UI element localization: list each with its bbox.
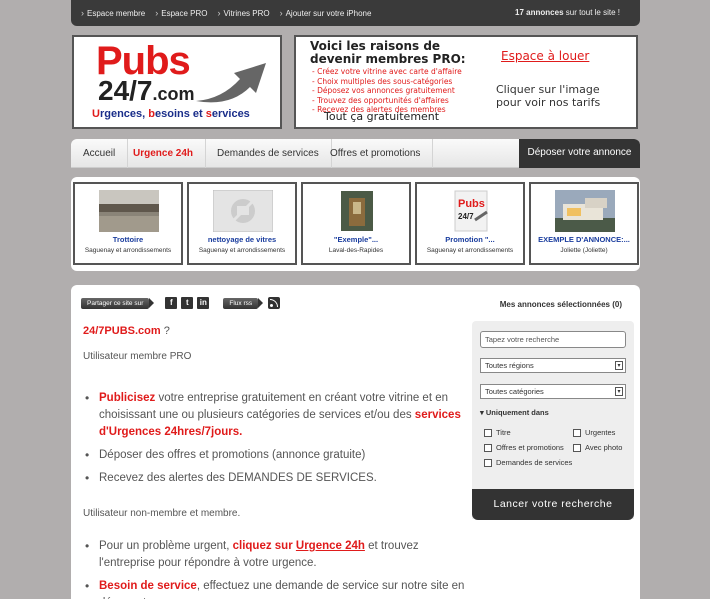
listing-thumbnail xyxy=(555,190,615,232)
listing-location: Joliette (Joliette) xyxy=(560,247,608,254)
intro-heading: 24/7PUBS.com ? xyxy=(83,325,170,337)
facebook-icon[interactable]: f xyxy=(165,297,178,309)
rss-label[interactable]: Flux rss xyxy=(223,297,263,309)
link-espace-membre[interactable]: Espace membre xyxy=(81,8,145,18)
pro-user-label: Utilisateur membre PRO xyxy=(83,351,192,362)
svg-text:24/7: 24/7 xyxy=(458,212,474,221)
logo-tagline: Urgences, besoins et services xyxy=(92,108,250,120)
link-vitrines-pro[interactable]: Vitrines PRO xyxy=(218,8,270,18)
list-item: Recevez des alertes des DEMANDES DE SERV… xyxy=(85,470,465,487)
top-links: Espace membre Espace PRO Vitrines PRO Aj… xyxy=(81,8,371,18)
listing-title[interactable]: Trottoire xyxy=(75,235,181,244)
urgence-24h-link[interactable]: Urgence 24h xyxy=(296,540,365,552)
checkbox-titre[interactable]: Titre xyxy=(484,428,511,437)
site-logo[interactable]: Pubs 24/7.com Urgences, besoins et servi… xyxy=(72,35,282,129)
checkbox-icon xyxy=(573,443,581,452)
promo-list: - Créez votre vitrine avec carte d'affai… xyxy=(312,67,462,114)
listing-thumbnail xyxy=(327,190,387,232)
promo-title: Voici les raisons de devenir membres PRO… xyxy=(310,39,466,66)
listing-card[interactable]: Pubs 24/7 Promotion "... Saguenay et arr… xyxy=(415,182,525,265)
intro-content: 24/7PUBS.com ? Utilisateur membre PRO Pu… xyxy=(83,325,468,599)
listing-title[interactable]: EXEMPLE D'ANNONCE:... xyxy=(531,235,637,244)
pubs-logo-thumbnail: Pubs 24/7 xyxy=(441,190,501,232)
search-button[interactable]: Lancer votre recherche xyxy=(472,489,634,520)
listing-thumbnail xyxy=(99,190,159,232)
listing-title[interactable]: nettoyage de vitres xyxy=(189,235,295,244)
link-espace-pro[interactable]: Espace PRO xyxy=(155,8,207,18)
selected-ads-link[interactable]: Mes annonces sélectionnées (0) xyxy=(500,300,622,309)
main-nav: Accueil Urgence 24h Demandes de services… xyxy=(71,139,640,168)
main-content: Partager ce site sur f t in Flux rss Mes… xyxy=(71,285,640,599)
chevron-down-icon: ▾ xyxy=(615,387,623,396)
checkbox-offres[interactable]: Offres et promotions xyxy=(484,443,564,452)
twitter-icon[interactable]: t xyxy=(181,297,194,309)
checkbox-photo[interactable]: Avec photo xyxy=(573,443,622,452)
promo-click-text: Cliquer sur l'image pour voir nos tarifs xyxy=(496,83,601,109)
deposer-annonce-button[interactable]: Déposer votre annonce xyxy=(519,139,640,168)
nonmember-benefits-list: Pour un problème urgent, cliquez sur Urg… xyxy=(85,538,465,599)
listing-card[interactable]: Trottoire Saguenay et arrondissements xyxy=(73,182,183,265)
listing-location: Laval-des-Rapides xyxy=(328,247,384,254)
pro-benefits-list: Publicisez votre entreprise gratuitement… xyxy=(85,390,465,493)
chevron-down-icon: ▾ xyxy=(615,361,623,370)
checkbox-urgentes[interactable]: Urgentes xyxy=(573,428,615,437)
checkbox-icon xyxy=(484,443,492,452)
checkbox-icon xyxy=(484,428,492,437)
region-select[interactable]: Toutes régions ▾ xyxy=(480,358,626,373)
nav-offres-promotions[interactable]: Offres et promotions xyxy=(318,139,434,168)
nav-urgence-24h[interactable]: Urgence 24h xyxy=(121,139,207,168)
nonmember-label: Utilisateur non-membre et membre. xyxy=(83,508,241,519)
listing-title[interactable]: "Exemple"... xyxy=(303,235,409,244)
promo-free: Tout ça gratuitement xyxy=(324,110,440,123)
no-image-icon xyxy=(213,190,273,232)
listing-card[interactable]: "Exemple"... Laval-des-Rapides xyxy=(301,182,411,265)
linkedin-icon[interactable]: in xyxy=(197,297,210,309)
category-select[interactable]: Toutes catégories ▾ xyxy=(480,384,626,399)
uniquement-toggle[interactable]: Uniquement dans xyxy=(480,408,549,417)
list-item: Publicisez votre entreprise gratuitement… xyxy=(85,390,465,441)
share-bar: Partager ce site sur f t in Flux rss xyxy=(81,297,281,309)
listing-location: Saguenay et arrondissements xyxy=(84,247,172,254)
list-item: Déposer des offres et promotions (annonc… xyxy=(85,447,465,464)
featured-listings: Trottoire Saguenay et arrondissements ne… xyxy=(71,177,640,271)
listing-location: Saguenay et arrondissements xyxy=(426,247,514,254)
listing-title[interactable]: Promotion "... xyxy=(417,235,523,244)
list-item: Besoin de service, effectuez une demande… xyxy=(85,578,465,599)
listing-card[interactable]: EXEMPLE D'ANNONCE:... Joliette (Joliette… xyxy=(529,182,639,265)
share-label: Partager ce site sur xyxy=(81,297,155,309)
pro-banner[interactable]: Voici les raisons de devenir membres PRO… xyxy=(294,35,638,129)
rss-icon[interactable] xyxy=(268,297,281,309)
link-ajouter-iphone[interactable]: Ajouter sur votre iPhone xyxy=(280,8,372,18)
checkbox-icon xyxy=(573,428,581,437)
logo-arrow-icon xyxy=(196,63,266,103)
checkbox-demandes[interactable]: Demandes de services xyxy=(484,458,572,467)
top-bar: Espace membre Espace PRO Vitrines PRO Aj… xyxy=(71,0,640,26)
search-input[interactable]: Tapez votre recherche xyxy=(480,331,626,348)
espace-a-louer-link[interactable]: Espace à louer xyxy=(501,49,589,63)
logo-number: 24/7.com xyxy=(98,75,195,106)
ads-count: 17 annonces sur tout le site ! xyxy=(515,8,620,17)
list-item: Pour un problème urgent, cliquez sur Urg… xyxy=(85,538,465,572)
listing-location: Saguenay et arrondissements xyxy=(198,247,286,254)
checkbox-icon xyxy=(484,458,492,467)
listing-card[interactable]: nettoyage de vitres Saguenay et arrondis… xyxy=(187,182,297,265)
svg-text:Pubs: Pubs xyxy=(458,198,485,210)
nav-accueil[interactable]: Accueil xyxy=(71,139,129,168)
nav-demandes-services[interactable]: Demandes de services xyxy=(205,139,332,168)
